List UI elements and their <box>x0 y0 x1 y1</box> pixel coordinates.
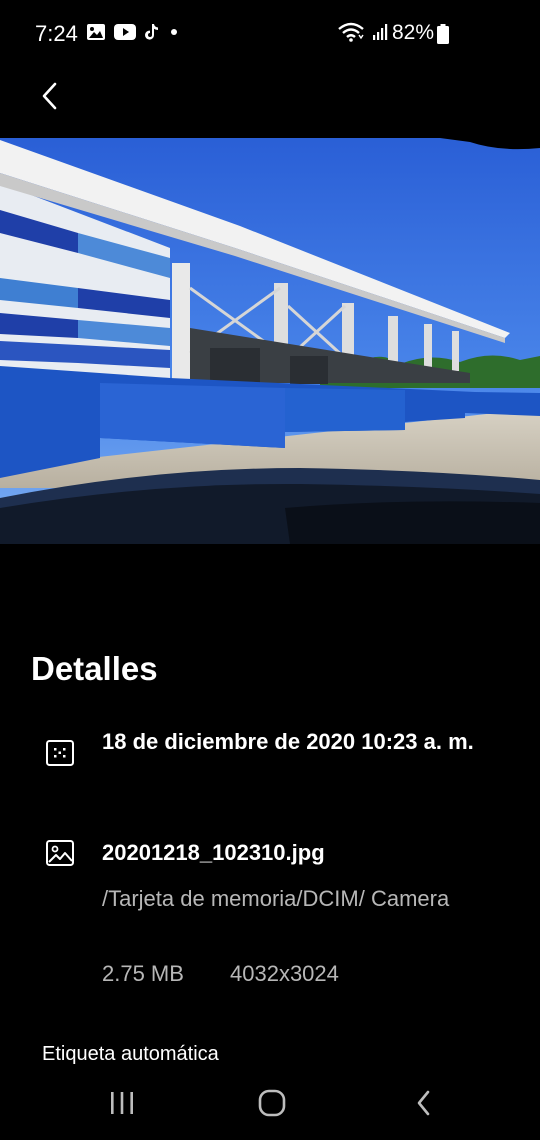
home-icon <box>257 1088 287 1123</box>
file-size: 2.75 MB <box>102 961 184 986</box>
file-path: /Tarjeta de memoria/DCIM/ Camera <box>102 886 450 911</box>
date-taken: 18 de diciembre de 2020 10:23 a. m. <box>102 729 474 754</box>
tiktok-icon <box>144 23 160 46</box>
file-name: 20201218_102310.jpg <box>102 840 325 865</box>
photo-preview[interactable] <box>0 138 540 544</box>
status-bar: 7:24 82% <box>0 0 540 68</box>
wifi-icon <box>338 22 364 47</box>
recent-apps-button[interactable] <box>92 1085 152 1125</box>
youtube-icon <box>114 23 136 45</box>
signal-icon <box>372 23 388 46</box>
status-time: 7:24 <box>35 21 78 46</box>
recent-apps-icon <box>108 1090 136 1121</box>
calendar-icon <box>45 738 75 768</box>
navigation-bar <box>0 1075 540 1140</box>
details-title: Detalles <box>31 650 158 687</box>
file-resolution: 4032x3024 <box>230 961 339 986</box>
battery-percentage: 82% <box>392 21 435 44</box>
back-icon <box>414 1088 434 1123</box>
auto-tag-label: Etiqueta automática <box>42 1043 219 1065</box>
notification-icons <box>86 22 180 46</box>
photo-image <box>0 138 540 544</box>
system-icons <box>338 22 388 46</box>
gallery-icon <box>86 23 106 46</box>
back-button[interactable] <box>30 78 70 118</box>
image-icon <box>45 838 75 868</box>
battery-icon <box>437 24 449 49</box>
chevron-left-icon <box>40 81 60 116</box>
home-button[interactable] <box>242 1085 302 1125</box>
dot-icon <box>168 25 180 43</box>
nav-back-button[interactable] <box>394 1085 454 1125</box>
